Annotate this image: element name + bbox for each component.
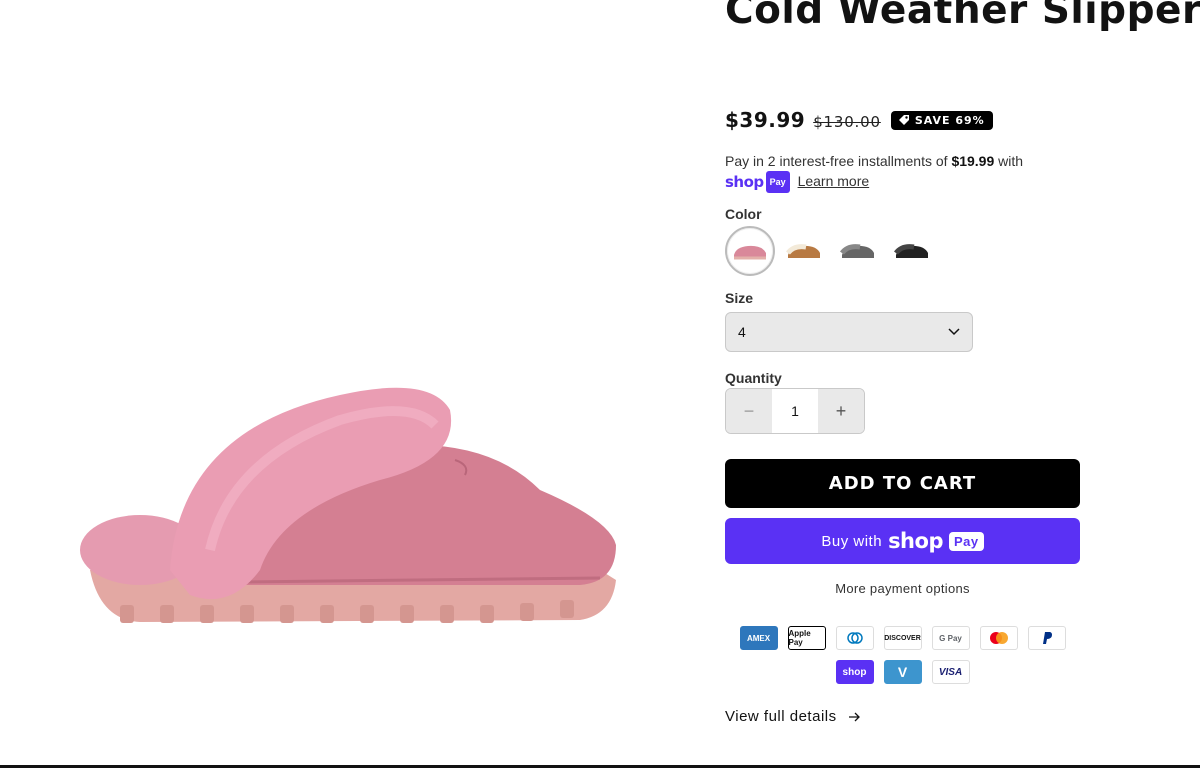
badge-label: SAVE 69% — [914, 113, 985, 127]
amex-icon: AMEX — [739, 626, 778, 650]
view-full-details-label: View full details — [725, 708, 837, 725]
apple-pay-icon: Apple Pay — [787, 626, 826, 650]
diners-club-mark — [846, 632, 863, 644]
size-value: 4 — [738, 324, 746, 340]
discount-badge: SAVE 69% — [890, 110, 993, 130]
size-label: Size — [725, 290, 754, 306]
chevron-down-icon — [948, 328, 960, 336]
product-image[interactable] — [60, 370, 640, 640]
tag-icon — [898, 115, 909, 125]
size-select[interactable]: 4 — [725, 312, 973, 352]
quantity-increase-button[interactable]: + — [818, 389, 864, 433]
quantity-label: Quantity — [725, 370, 782, 386]
color-swatches — [725, 226, 937, 276]
add-to-cart-button[interactable]: ADD TO CART — [725, 459, 1080, 508]
more-payment-options-link[interactable]: More payment options — [725, 581, 1080, 596]
paypal-icon — [1027, 626, 1066, 650]
shop-pay-word: shop — [725, 173, 764, 192]
paypal-mark — [1042, 632, 1052, 644]
swatch-black[interactable] — [887, 226, 937, 276]
color-label: Color — [725, 206, 762, 222]
shop-pay-icon: shop — [835, 660, 874, 684]
installments-message: Pay in 2 interest-free installments of $… — [725, 151, 1055, 194]
quantity-input[interactable]: 1 — [772, 389, 818, 433]
product-media — [0, 0, 700, 768]
diners-club-icon — [835, 626, 874, 650]
payment-icons: AMEX Apple Pay DISCOVER G Pay shop V VIS… — [725, 626, 1080, 684]
swatch-chestnut[interactable] — [779, 226, 829, 276]
venmo-icon: V — [883, 660, 922, 684]
view-full-details-link[interactable]: View full details — [725, 708, 861, 725]
installments-suffix: with — [998, 153, 1024, 169]
installments-prefix: Pay in 2 interest-free installments of — [725, 153, 948, 169]
swatch-grey[interactable] — [833, 226, 883, 276]
compare-price: $130.00 — [813, 112, 881, 131]
grey-slipper-thumb — [840, 244, 874, 258]
buy-prefix: Buy with — [821, 532, 883, 550]
google-pay-icon: G Pay — [931, 626, 970, 650]
shop-pay-logo: shop Pay — [725, 171, 790, 194]
installments-amount: $19.99 — [951, 153, 995, 169]
quantity-decrease-button[interactable]: − — [726, 389, 772, 433]
visa-icon: VISA — [931, 660, 970, 684]
mastercard-icon — [979, 626, 1018, 650]
sale-price: $39.99 — [725, 108, 806, 132]
buy-pay-pill: Pay — [948, 531, 984, 551]
chestnut-slipper-thumb — [786, 244, 820, 258]
black-slipper-thumb — [894, 244, 928, 258]
buy-shop-word: shop — [888, 529, 943, 553]
quantity-stepper: − 1 + — [725, 388, 865, 434]
shop-pay-pill: Pay — [765, 171, 790, 194]
buy-with-shop-pay-button[interactable]: Buy with shop Pay — [725, 518, 1080, 564]
product-title: Cold Weather Slippers — [725, 0, 1200, 33]
mastercard-mark — [989, 632, 1008, 644]
arrow-right-icon — [848, 712, 860, 721]
pink-slipper-thumb — [734, 245, 766, 260]
swatch-pink[interactable] — [725, 226, 775, 276]
price-row: $39.99 $130.00 SAVE 69% — [725, 108, 993, 132]
learn-more-link[interactable]: Learn more — [798, 173, 870, 189]
discover-icon: DISCOVER — [883, 626, 922, 650]
